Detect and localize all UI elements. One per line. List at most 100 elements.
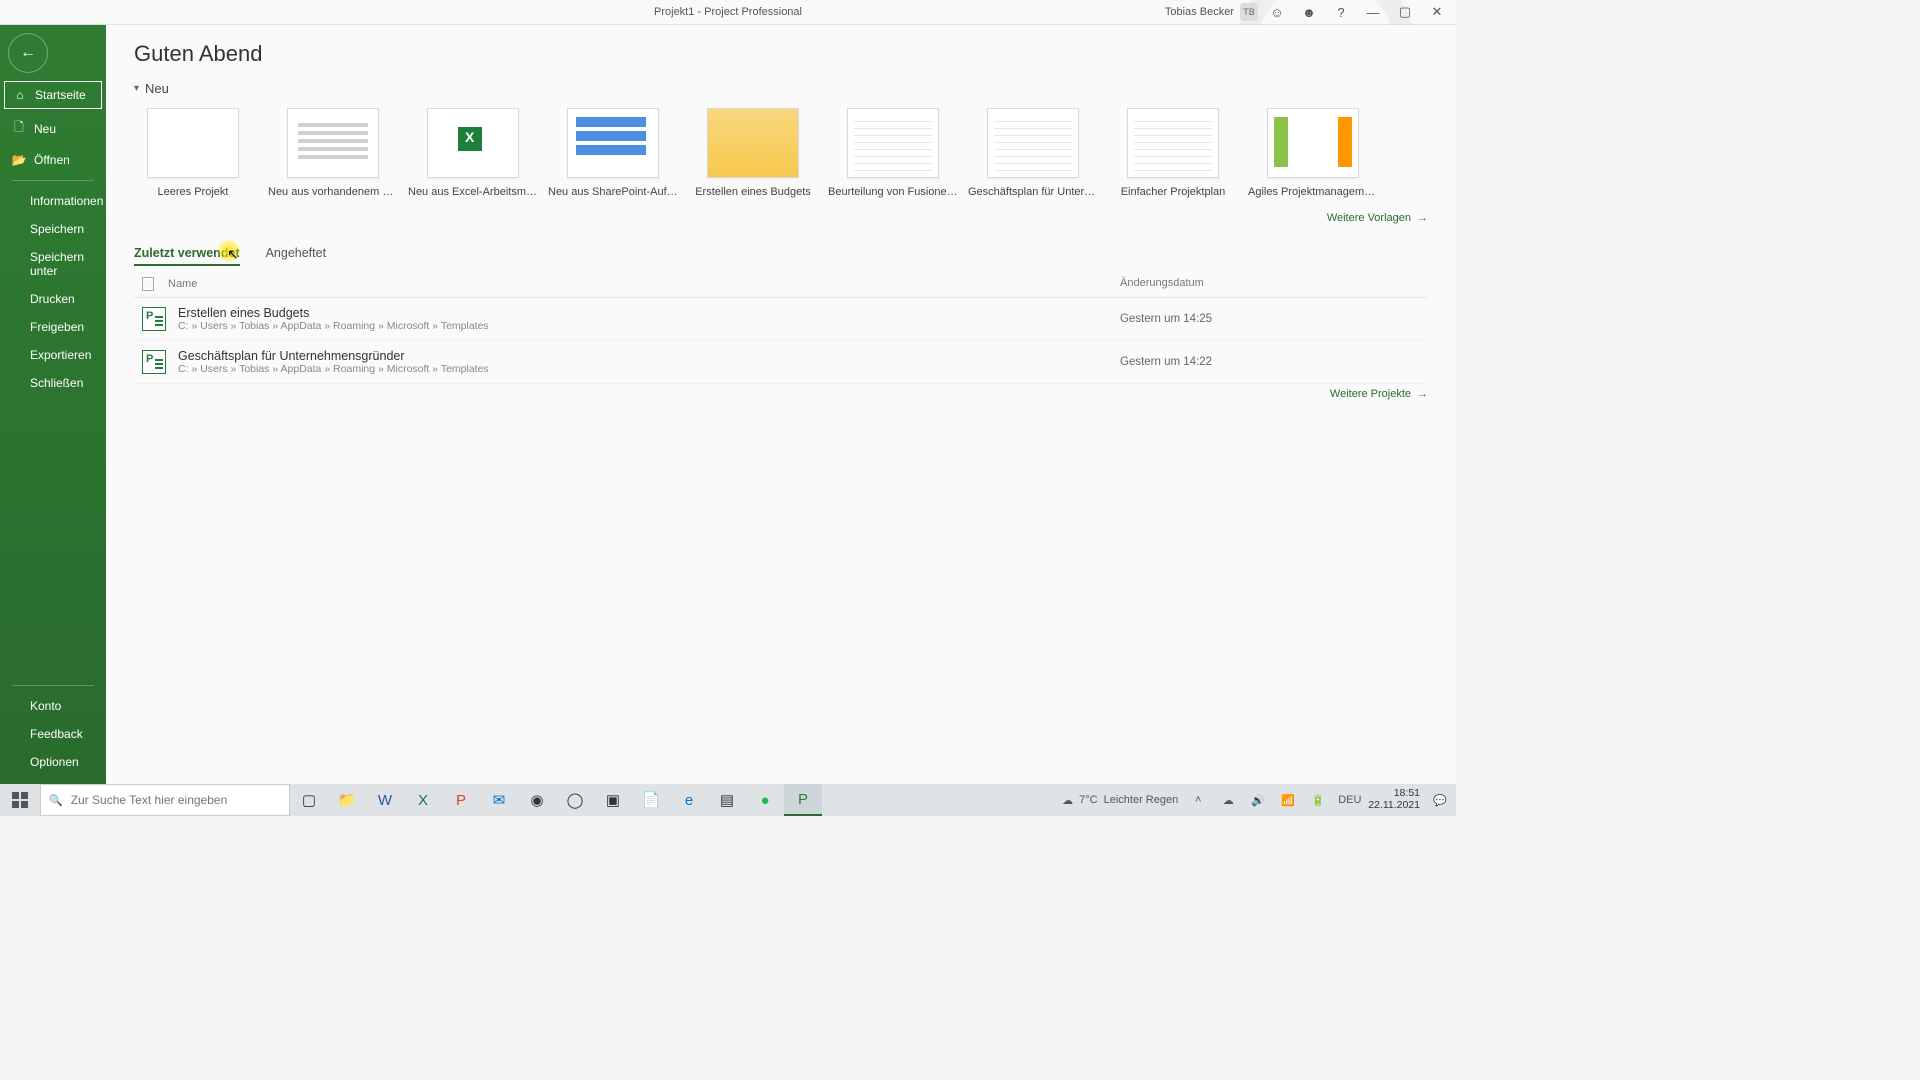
template-label: Neu aus vorhandenem Projekt [268,186,398,198]
help-icon[interactable]: ? [1328,2,1354,22]
sidebar-item-options[interactable]: Optionen [0,748,106,776]
app-icon[interactable]: ▣ [594,784,632,816]
file-explorer-icon[interactable]: 📁 [328,784,366,816]
emoji-feedback-icon[interactable]: ☺ [1264,2,1290,22]
template-card[interactable]: Geschäftsplan für Unterneh... [982,108,1084,198]
sidebar-item-home[interactable]: ⌂ Startseite [4,81,102,109]
section-new[interactable]: ▾ Neu [134,81,1428,96]
volume-icon[interactable]: 🔊 [1248,794,1268,807]
taskbar-search[interactable]: 🔍 [40,784,290,816]
template-card[interactable]: Neu aus vorhandenem Projekt [282,108,384,198]
sidebar-item-feedback[interactable]: Feedback [0,720,106,748]
sidebar-item-export[interactable]: Exportieren [0,341,106,369]
tray-chevron-icon[interactable]: ˄ [1188,794,1208,806]
mail-icon[interactable]: ✉ [480,784,518,816]
backstage-sidebar: ← ⌂ Startseite 🗋 Neu 📂 Öffnen Informatio… [0,25,106,784]
recent-item-name: Geschäftsplan für Unternehmensgründer [178,349,1120,363]
template-card[interactable]: Erstellen eines Budgets [702,108,804,198]
template-thumbnail [287,108,379,178]
column-date[interactable]: Änderungsdatum [1120,277,1420,291]
recent-item-path: C: » Users » Tobias » AppData » Roaming … [178,320,1120,332]
search-input[interactable] [71,793,281,807]
open-folder-icon: 📂 [12,153,26,167]
sidebar-item-save-as[interactable]: Speichern unter [0,243,106,285]
powerpoint-icon[interactable]: P [442,784,480,816]
template-thumbnail [847,108,939,178]
template-thumbnail [1127,108,1219,178]
weather-widget[interactable]: ☁ 7°C Leichter Regen [1062,794,1178,807]
column-name[interactable]: Name [168,278,197,290]
sidebar-item-label: Optionen [30,755,79,769]
sidebar-item-label: Drucken [30,292,75,306]
template-card[interactable]: Neu aus SharePoint-Aufgab... [562,108,664,198]
sidebar-item-label: Neu [34,122,56,136]
clock[interactable]: 18:51 22.11.2021 [1368,788,1420,811]
search-icon: 🔍 [49,794,63,807]
template-label: Leeres Projekt [158,186,229,198]
language-indicator[interactable]: DEU [1338,794,1358,806]
notifications-icon[interactable]: 💬 [1430,794,1450,807]
template-label: Erstellen eines Budgets [695,186,811,198]
template-card[interactable]: Neu aus Excel-Arbeitsmappe [422,108,524,198]
tab-recent[interactable]: Zuletzt verwendet [134,242,240,264]
app-name: Project Professional [704,6,802,18]
sidebar-item-info[interactable]: Informationen [0,187,106,215]
document-icon [142,277,154,291]
home-icon: ⌂ [13,88,27,102]
onedrive-icon[interactable]: ☁ [1218,794,1238,807]
template-label: Einfacher Projektplan [1121,186,1226,198]
template-card[interactable]: Einfacher Projektplan [1122,108,1224,198]
user-avatar[interactable]: TB [1240,3,1258,21]
sidebar-item-share[interactable]: Freigeben [0,313,106,341]
battery-icon[interactable]: 🔋 [1308,794,1328,807]
chevron-down-icon: ▾ [134,83,139,94]
sidebar-item-account[interactable]: Konto [0,692,106,720]
chrome-icon[interactable]: ◉ [518,784,556,816]
template-card[interactable]: Agiles Projektmanagement [1262,108,1364,198]
template-thumbnail [1267,108,1359,178]
recent-list: Erstellen eines BudgetsC: » Users » Tobi… [134,298,1428,384]
sidebar-item-close[interactable]: Schließen [0,369,106,397]
sidebar-item-label: Startseite [35,88,86,102]
task-view-icon[interactable]: ▢ [290,784,328,816]
arrow-right-icon: → [1417,388,1428,400]
sidebar-item-open[interactable]: 📂 Öffnen [0,146,106,174]
recent-item[interactable]: Erstellen eines BudgetsC: » Users » Tobi… [134,298,1428,341]
more-templates-link[interactable]: Weitere Vorlagen → [134,208,1428,242]
tab-pinned[interactable]: Angeheftet [266,242,326,264]
word-icon[interactable]: W [366,784,404,816]
sidebar-item-new[interactable]: 🗋 Neu [0,111,106,146]
maximize-button[interactable]: ▢ [1392,2,1418,22]
minimize-button[interactable]: — [1360,2,1386,22]
user-name: Tobias Becker [1165,6,1234,18]
obs-icon[interactable]: ◯ [556,784,594,816]
sidebar-item-label: Informationen [30,194,103,208]
main-panel: Guten Abend ▾ Neu Leeres ProjektNeu aus … [106,25,1456,784]
account-icon[interactable]: ☻ [1296,2,1322,22]
excel-icon[interactable]: X [404,784,442,816]
back-button[interactable]: ← [8,33,48,73]
notepad-icon[interactable]: 📄 [632,784,670,816]
edge-icon[interactable]: e [670,784,708,816]
template-thumbnail [147,108,239,178]
sidebar-item-print[interactable]: Drucken [0,285,106,313]
project-icon[interactable]: P [784,784,822,816]
title-bar: Projekt1 - Project Professional Tobias B… [0,0,1456,25]
spotify-icon[interactable]: ● [746,784,784,816]
sidebar-item-save[interactable]: Speichern [0,215,106,243]
network-icon[interactable]: 📶 [1278,794,1298,807]
recent-item-name: Erstellen eines Budgets [178,306,1120,320]
sidebar-item-label: Freigeben [30,320,84,334]
sidebar-item-label: Speichern unter [30,250,94,278]
more-projects-link[interactable]: Weitere Projekte → [134,384,1428,418]
start-button[interactable] [0,784,40,816]
template-thumbnail [707,108,799,178]
template-card[interactable]: Beurteilung von Fusionen un... [842,108,944,198]
project-file-icon [142,350,166,374]
recent-header-row: Name Änderungsdatum [134,265,1428,298]
recent-item[interactable]: Geschäftsplan für UnternehmensgründerC: … [134,341,1428,384]
template-card[interactable]: Leeres Projekt [142,108,244,198]
app-icon-2[interactable]: ▤ [708,784,746,816]
recent-item-date: Gestern um 14:22 [1120,356,1420,368]
close-button[interactable]: ✕ [1424,2,1450,22]
